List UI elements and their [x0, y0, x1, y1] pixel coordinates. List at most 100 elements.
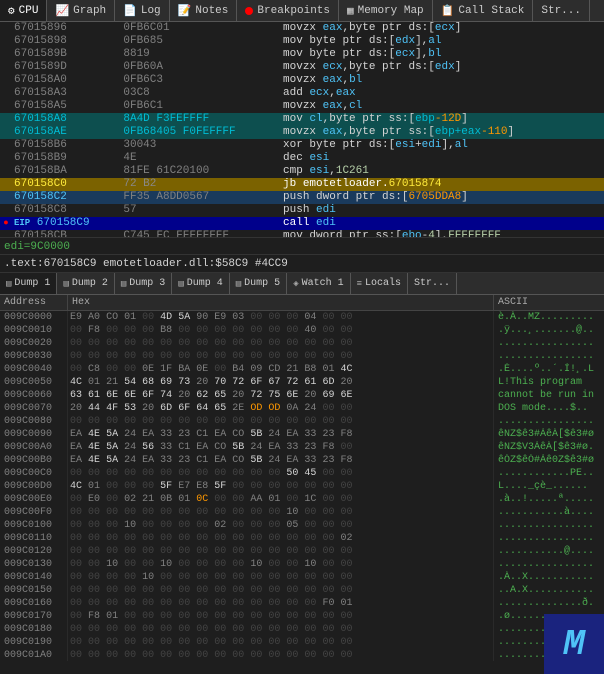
- instr-col: add ecx,eax: [281, 87, 604, 100]
- dump-hex: 00 00 00 00 10 00 00 00 00 00 00 00 00 0…: [68, 571, 494, 584]
- dump-tab-2[interactable]: ▤ Dump 2: [57, 273, 114, 294]
- table-row[interactable]: 670158CB C745 FC FFFFFFFF mov dword ptr …: [0, 230, 604, 237]
- dump-tab-bar: ▤ Dump 1 ▤ Dump 2 ▤ Dump 3 ▤ Dump 4 ▤ Du…: [0, 273, 604, 295]
- instr-col: mov cl,byte ptr ss:[ebp-12D]: [281, 113, 604, 126]
- dump-address: 009C00A0: [0, 441, 68, 454]
- table-row[interactable]: 009C0120 00 00 00 00 00 00 00 00 00 00 0…: [0, 545, 604, 558]
- table-row[interactable]: 009C0160 00 00 00 00 00 00 00 00 00 00 0…: [0, 597, 604, 610]
- tab-notes[interactable]: 📝 Notes: [170, 0, 238, 21]
- bytes-col: 03C8: [121, 87, 281, 100]
- tab-str[interactable]: Str...: [533, 0, 590, 21]
- table-row[interactable]: 009C0130 00 00 10 00 00 10 00 00 00 00 1…: [0, 558, 604, 571]
- dump-ascii: ...........@....: [494, 545, 604, 558]
- tab-graph[interactable]: 📈 Graph: [47, 0, 115, 21]
- table-row[interactable]: 009C0000 E9 A0 CO 01 00 4D 5A 90 E9 03 0…: [0, 311, 604, 324]
- addr-col: 6701589B: [12, 48, 121, 61]
- table-row[interactable]: 009C0110 00 00 00 00 00 00 00 00 00 00 0…: [0, 532, 604, 545]
- dump3-label: Dump 3: [129, 278, 165, 289]
- dot-col: [0, 139, 12, 152]
- dump-address: 009C0150: [0, 584, 68, 597]
- table-row[interactable]: 670158A5 0FB6C1 movzx eax,cl: [0, 100, 604, 113]
- table-row[interactable]: 009C0190 00 00 00 00 00 00 00 00 00 00 0…: [0, 636, 604, 649]
- locals-tab[interactable]: ≡ Locals: [351, 273, 408, 294]
- register-value: edi=9C0000: [4, 241, 70, 253]
- mb-logo-icon: M: [563, 624, 585, 665]
- dump-address: 009C0160: [0, 597, 68, 610]
- cpu-icon: ⚙: [8, 4, 15, 18]
- table-row[interactable]: 009C00E0 00 E0 00 02 21 0B 01 0C 00 00 A…: [0, 493, 604, 506]
- table-row[interactable]: 670158A3 03C8 add ecx,eax: [0, 87, 604, 100]
- dump-hex: EA 4E 5A 24 EA 33 23 C1 EA CO 5B 24 EA 3…: [68, 428, 494, 441]
- dump-tab-5[interactable]: ▤ Dump 5: [230, 273, 287, 294]
- table-row[interactable]: 670158C0 72 B2 jb emotetloader.67015874: [0, 178, 604, 191]
- tab-callstack-label: Call Stack: [458, 5, 524, 17]
- table-row[interactable]: 009C0180 00 00 00 00 00 00 00 00 00 00 0…: [0, 623, 604, 636]
- dot-col: [0, 22, 12, 35]
- table-row[interactable]: 670158A0 0FB6C3 movzx eax,bl: [0, 74, 604, 87]
- watch1-label: Watch 1: [302, 278, 344, 289]
- dump-address: 009C0060: [0, 389, 68, 402]
- table-row[interactable]: 67015898 0FB685 mov byte ptr ds:[edx],al: [0, 35, 604, 48]
- dump-address: 009C0130: [0, 558, 68, 571]
- table-row[interactable]: 009C01A0 00 00 00 00 00 00 00 00 00 00 0…: [0, 649, 604, 661]
- table-row[interactable]: 009C0010 00 F8 00 00 00 B8 00 00 00 00 0…: [0, 324, 604, 337]
- str-tab[interactable]: Str...: [408, 273, 457, 294]
- table-row[interactable]: 009C0150 00 00 00 00 00 00 00 00 00 00 0…: [0, 584, 604, 597]
- table-row[interactable]: 009C0020 00 00 00 00 00 00 00 00 00 00 0…: [0, 337, 604, 350]
- tab-cpu[interactable]: ⚙ CPU: [0, 0, 47, 21]
- bytes-col: 72 B2: [121, 178, 281, 191]
- table-row[interactable]: 670158C8 57 push edi: [0, 204, 604, 217]
- table-row[interactable]: 009C0070 20 44 4F 53 20 6D 6F 64 65 2E O…: [0, 402, 604, 415]
- table-row[interactable]: 6701589D 0FB60A movzx ecx,byte ptr ds:[e…: [0, 61, 604, 74]
- watch-tab-1[interactable]: ◈ Watch 1: [287, 273, 350, 294]
- table-row[interactable]: 009C0060 63 61 6E 6E 6F 74 20 62 65 20 7…: [0, 389, 604, 402]
- dump-ascii: .À..X...........: [494, 571, 604, 584]
- table-row[interactable]: 009C0030 00 00 00 00 00 00 00 00 00 00 0…: [0, 350, 604, 363]
- tab-memory-label: Memory Map: [358, 5, 424, 17]
- dump-address: 009C0110: [0, 532, 68, 545]
- dump-tab-4[interactable]: ▤ Dump 4: [172, 273, 229, 294]
- table-row[interactable]: 670158A8 8A4D F3FEFFFF mov cl,byte ptr s…: [0, 113, 604, 126]
- bytes-col: 81FE 61C20100: [121, 165, 281, 178]
- dump-address: 009C0000: [0, 311, 68, 324]
- dump-tab-1[interactable]: ▤ Dump 1: [0, 273, 57, 294]
- table-row[interactable]: 009C0100 00 00 00 10 00 00 00 00 02 00 0…: [0, 519, 604, 532]
- table-row[interactable]: 009C0040 00 C8 00 00 0E 1F BA 0E 00 B4 0…: [0, 363, 604, 376]
- dot-col: [0, 87, 12, 100]
- dump-hex: 00 00 00 00 00 00 00 00 00 00 00 00 00 0…: [68, 623, 494, 636]
- table-row[interactable]: 009C00A0 EA 4E 5A 24 56 33 C1 EA CO 5B 2…: [0, 441, 604, 454]
- table-row[interactable]: 670158AE 0FB68405 F0FEFFFF movzx eax,byt…: [0, 126, 604, 139]
- tab-breakpoints[interactable]: Breakpoints: [237, 0, 339, 21]
- table-row[interactable]: 009C00C0 00 00 00 00 00 00 00 00 00 00 0…: [0, 467, 604, 480]
- dump-address: 009C01A0: [0, 649, 68, 661]
- tab-memory-map[interactable]: ▦ Memory Map: [339, 0, 433, 21]
- table-row[interactable]: 009C0080 00 00 00 00 00 00 00 00 00 00 0…: [0, 415, 604, 428]
- table-row[interactable]: 670158C2 FF35 A8DD0567 push dword ptr ds…: [0, 191, 604, 204]
- dump-address: 009C0040: [0, 363, 68, 376]
- table-row[interactable]: 009C00D0 4C 01 00 00 00 5F E7 E8 5F 00 0…: [0, 480, 604, 493]
- table-row[interactable]: 6701589B 8819 mov byte ptr ds:[ecx],bl: [0, 48, 604, 61]
- tab-log[interactable]: 📄 Log: [115, 0, 170, 21]
- bytes-col: 8819: [121, 48, 281, 61]
- table-row[interactable]: 670158B9 4E dec esi: [0, 152, 604, 165]
- locals-icon: ≡: [357, 279, 362, 289]
- table-row[interactable]: 670158B6 30043 xor byte ptr ds:[esi+edi]…: [0, 139, 604, 152]
- dump-ascii: L...._çè_......: [494, 480, 604, 493]
- dump-address: 009C00D0: [0, 480, 68, 493]
- eip-addr: EIP 670158C9: [12, 217, 121, 230]
- table-row[interactable]: 009C0170 00 F8 01 00 00 00 00 00 00 00 0…: [0, 610, 604, 623]
- top-tab-bar: ⚙ CPU 📈 Graph 📄 Log 📝 Notes Breakpoints …: [0, 0, 604, 22]
- eip-row[interactable]: ● EIP 670158C9 call edi: [0, 217, 604, 230]
- table-row[interactable]: 67015896 0FB6C01 movzx eax,byte ptr ds:[…: [0, 22, 604, 35]
- table-row[interactable]: 009C00B0 EA 4E 5A 24 EA 33 23 C1 EA CO 5…: [0, 454, 604, 467]
- table-row[interactable]: 009C0140 00 00 00 00 10 00 00 00 00 00 0…: [0, 571, 604, 584]
- tab-call-stack[interactable]: 📋 Call Stack: [433, 0, 534, 21]
- table-row[interactable]: 009C0090 EA 4E 5A 24 EA 33 23 C1 EA CO 5…: [0, 428, 604, 441]
- table-row[interactable]: 009C0050 4C 01 21 54 68 69 73 20 70 72 6…: [0, 376, 604, 389]
- table-row[interactable]: 009C00F0 00 00 00 00 00 00 00 00 00 00 0…: [0, 506, 604, 519]
- dump-tab-3[interactable]: ▤ Dump 3: [115, 273, 172, 294]
- dump-content[interactable]: 009C0000 E9 A0 CO 01 00 4D 5A 90 E9 03 0…: [0, 311, 604, 661]
- table-row[interactable]: 670158BA 81FE 61C20100 cmp esi,1C261: [0, 165, 604, 178]
- bytes-col: 4E: [121, 152, 281, 165]
- dot-col: [0, 35, 12, 48]
